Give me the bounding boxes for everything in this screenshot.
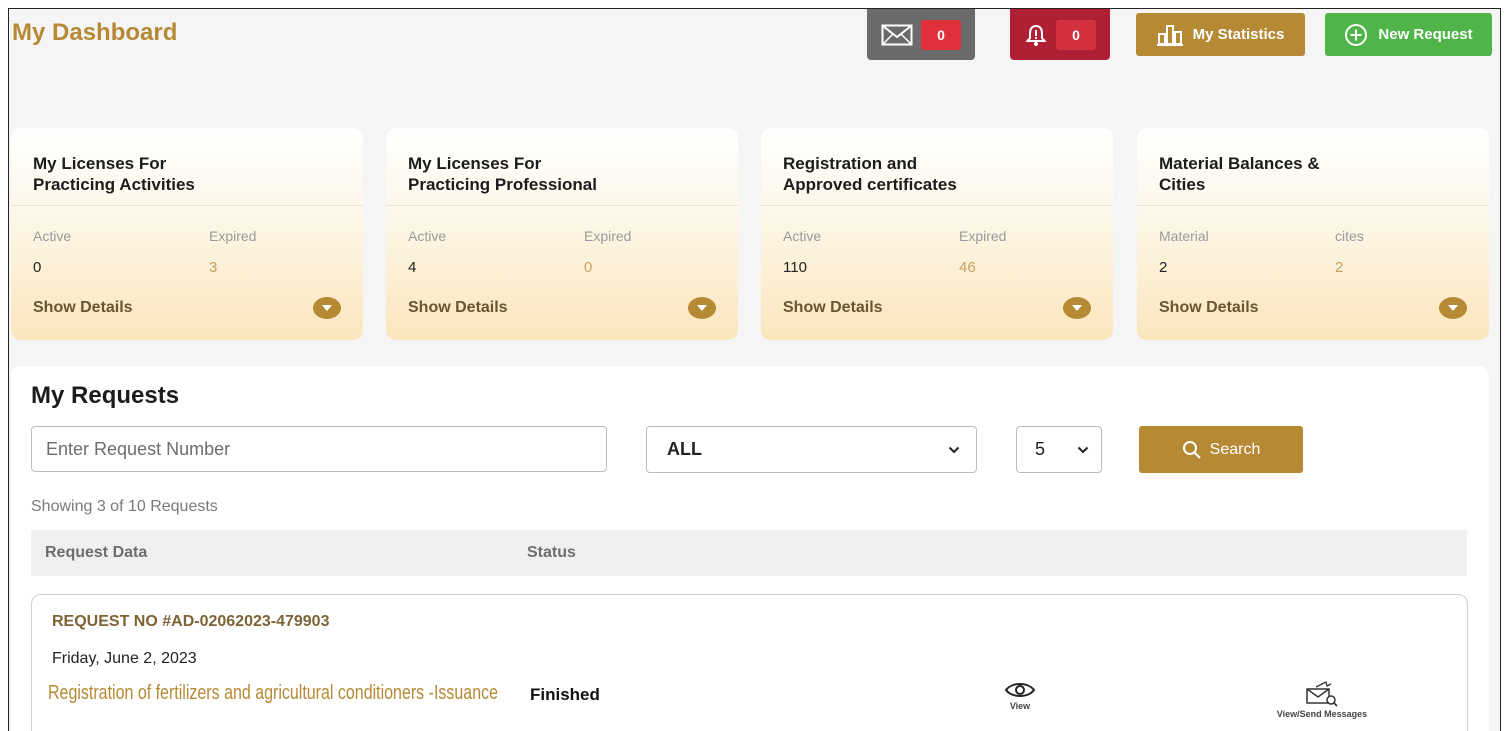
card-value-active: 4 xyxy=(408,259,417,276)
request-date: Friday, June 2, 2023 xyxy=(52,650,197,667)
card-value-expired: 0 xyxy=(584,259,593,276)
card-value-active: 0 xyxy=(33,259,42,276)
show-details-link[interactable]: Show Details xyxy=(33,299,133,317)
messages-button[interactable]: 0 xyxy=(867,9,975,60)
card-material-balances: Material Balances & Cities Material cites… xyxy=(1137,128,1489,340)
page-size-value: 5 xyxy=(1035,439,1046,459)
chevron-down-icon[interactable] xyxy=(688,297,716,319)
card-title: Material Balances & Cities xyxy=(1137,128,1489,206)
card-label-material: Material xyxy=(1159,228,1209,244)
card-label-active: Active xyxy=(408,228,447,244)
card-title-line1: My Licenses For xyxy=(33,154,167,173)
notifications-button[interactable]: 0 xyxy=(1010,9,1110,60)
show-details-link[interactable]: Show Details xyxy=(1159,299,1259,317)
messages-count-badge: 0 xyxy=(921,19,961,50)
show-details-link[interactable]: Show Details xyxy=(408,299,508,317)
card-label-active: Active xyxy=(33,228,72,244)
card-label-cites: cites xyxy=(1335,228,1364,244)
card-licenses-activities: My Licenses For Practicing Activities Ac… xyxy=(11,128,363,340)
request-status: Finished xyxy=(530,685,600,704)
card-label-active: Active xyxy=(783,228,822,244)
card-title-line2: Practicing Professional xyxy=(408,175,597,194)
card-title-line1: Registration and xyxy=(783,154,918,173)
request-number: REQUEST NO #AD-02062023-479903 xyxy=(52,613,330,630)
chevron-down-icon[interactable] xyxy=(1063,297,1091,319)
search-label: Search xyxy=(1209,440,1261,458)
card-title: Registration and Approved certificates xyxy=(761,128,1113,206)
section-title: My Requests xyxy=(31,382,180,409)
search-icon xyxy=(1182,440,1202,460)
status-select[interactable]: ALL xyxy=(646,426,977,473)
card-licenses-professional: My Licenses For Practicing Professional … xyxy=(386,128,738,340)
new-request-label: New Request xyxy=(1378,26,1473,43)
card-registration-certificates: Registration and Approved certificates A… xyxy=(761,128,1113,340)
request-service-name: Registration of fertilizers and agricult… xyxy=(48,682,498,704)
card-title: My Licenses For Practicing Activities xyxy=(11,128,363,206)
request-list-item: REQUEST NO #AD-02062023-479903 Friday, J… xyxy=(31,594,1468,731)
bell-icon xyxy=(1024,23,1048,47)
card-label-expired: Expired xyxy=(959,228,1007,244)
showing-count-text: Showing 3 of 10 Requests xyxy=(31,498,218,515)
column-header-request-data: Request Data xyxy=(45,544,148,561)
card-title-line1: Material Balances & xyxy=(1159,154,1320,173)
my-requests-panel: My Requests ALL 5 Search Showing 3 of 10… xyxy=(11,366,1489,731)
card-title-line2: Practicing Activities xyxy=(33,175,195,194)
view-send-messages-label: View/Send Messages xyxy=(1276,709,1368,719)
status-select-value: ALL xyxy=(667,439,702,459)
card-value-cites: 2 xyxy=(1335,259,1344,276)
page-size-select[interactable]: 5 xyxy=(1016,426,1102,473)
view-request-button[interactable]: View xyxy=(1000,681,1040,711)
view-label: View xyxy=(1009,701,1031,711)
my-statistics-label: My Statistics xyxy=(1192,26,1285,43)
chevron-down-icon xyxy=(1077,446,1089,454)
page-title: My Dashboard xyxy=(12,19,178,46)
card-label-expired: Expired xyxy=(209,228,257,244)
notifications-count-badge: 0 xyxy=(1056,19,1096,50)
card-title: My Licenses For Practicing Professional xyxy=(386,128,738,206)
card-title-line2: Cities xyxy=(1159,175,1206,194)
card-value-expired: 46 xyxy=(959,259,976,276)
mail-icon xyxy=(881,24,913,46)
plus-circle-icon xyxy=(1344,23,1368,47)
envelope-search-icon xyxy=(1304,681,1340,707)
dashboard-frame: My Dashboard 0 0 My Statistics New Reque… xyxy=(8,8,1501,731)
card-value-material: 2 xyxy=(1159,259,1168,276)
table-header: Request Data Status xyxy=(31,530,1467,576)
card-label-expired: Expired xyxy=(584,228,632,244)
card-title-line2: Approved certificates xyxy=(783,175,957,194)
card-title-line1: My Licenses For xyxy=(408,154,542,173)
chevron-down-icon[interactable] xyxy=(1439,297,1467,319)
card-value-expired: 3 xyxy=(209,259,218,276)
my-statistics-button[interactable]: My Statistics xyxy=(1136,13,1305,56)
eye-icon xyxy=(1004,681,1036,699)
chevron-down-icon xyxy=(948,446,960,454)
card-value-active: 110 xyxy=(783,259,807,276)
bar-chart-icon xyxy=(1156,24,1183,46)
request-number-input[interactable] xyxy=(31,426,607,472)
view-send-messages-button[interactable]: View/Send Messages xyxy=(1267,681,1377,719)
new-request-button[interactable]: New Request xyxy=(1325,13,1492,56)
chevron-down-icon[interactable] xyxy=(313,297,341,319)
search-button[interactable]: Search xyxy=(1139,426,1303,473)
column-header-status: Status xyxy=(527,544,576,561)
show-details-link[interactable]: Show Details xyxy=(783,299,883,317)
